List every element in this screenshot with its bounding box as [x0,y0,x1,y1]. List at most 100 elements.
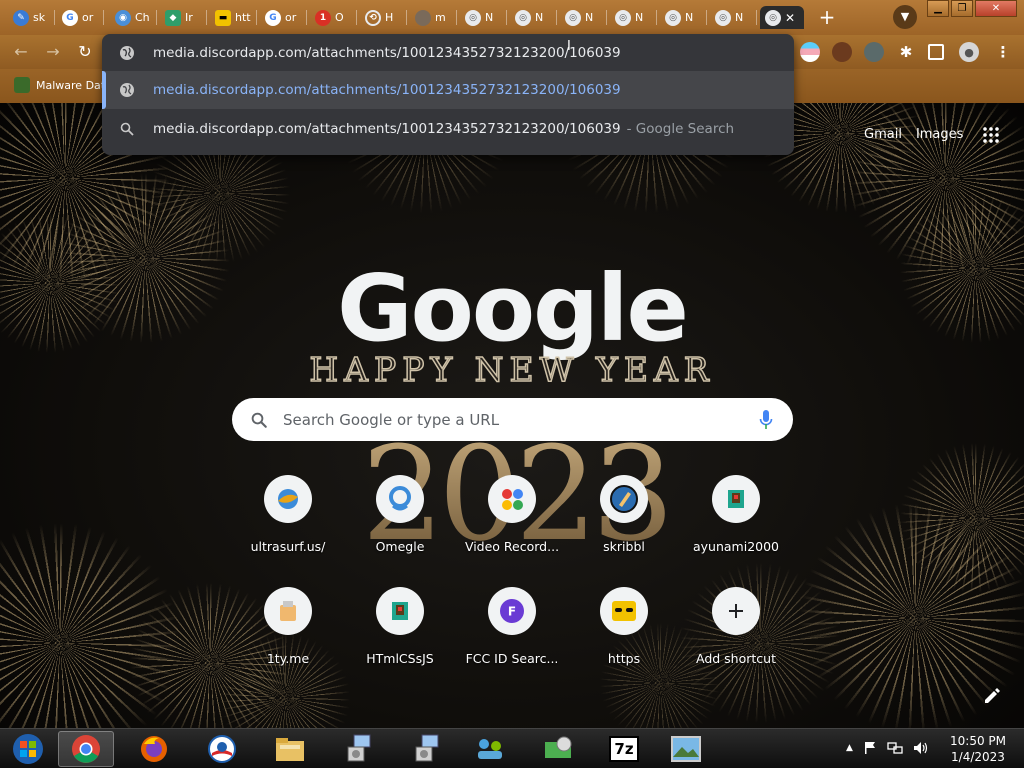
chat-icon: ◉ [115,9,131,26]
taskbar-disk[interactable] [530,731,586,767]
menu-kebab-icon[interactable]: ⋮ [993,42,1013,62]
tab[interactable]: ✎ sk [8,6,55,29]
side-panel-icon[interactable] [928,44,944,60]
omnibox-input-row[interactable]: media.discordapp.com/attachments/1001234… [102,34,794,72]
restore-button[interactable]: ❐ [951,0,973,17]
search-icon [119,121,135,137]
tab[interactable]: ⟲ H [360,6,407,29]
volume-icon[interactable] [913,741,929,755]
images-link[interactable]: Images [916,127,964,142]
taskbar-explorer[interactable] [262,731,318,767]
chevron-down-icon: ▼ [900,10,910,23]
profile-avatar-icon[interactable]: ● [959,42,979,62]
tab[interactable]: ◎ N [510,6,557,29]
shortcut[interactable]: https [568,587,680,666]
disk-icon [545,736,572,758]
tab[interactable]: G or [57,6,104,29]
skribbl-icon [610,485,638,513]
omnibox-input[interactable]: media.discordapp.com/attachments/1001234… [153,45,621,61]
fcc-icon: F [500,599,524,623]
avatar-icon [415,9,431,26]
search-input[interactable] [283,410,723,429]
taskbar: 7z ▲ 10:50 PM 1/4/2023 [0,728,1024,768]
tab[interactable]: ◎ N [660,6,707,29]
search-box[interactable] [232,398,793,441]
ultrasurf-icon [278,489,298,509]
tab-search-button[interactable]: ▼ [893,5,917,29]
taskbar-chrome[interactable] [58,731,114,767]
firefox-icon [141,736,167,762]
microphone-icon[interactable] [759,410,773,430]
tab[interactable]: ◉ Ch [110,6,157,29]
omnibox-popup: media.discordapp.com/attachments/1001234… [102,34,794,155]
shortcut[interactable]: Video Record... [456,475,568,554]
tab[interactable]: G or [260,6,307,29]
tab[interactable]: ◎ N [710,6,757,29]
network-tray-icon[interactable] [887,741,903,755]
taskbar-picture[interactable] [658,731,714,767]
shortcut[interactable]: skribbl [568,475,680,554]
shortcut[interactable]: 1ty.me [232,587,344,666]
gmail-link[interactable]: Gmail [864,127,902,142]
taskbar-7zip[interactable]: 7z [596,731,652,767]
shortcut[interactable]: ayunami2000 [680,475,792,554]
picture-icon [671,736,701,762]
back-button[interactable]: ← [9,40,33,64]
start-button[interactable] [0,731,56,767]
suggestion-text: media.discordapp.com/attachments/1001234… [153,82,621,98]
notification-icon: 1 [315,9,331,26]
chromium-icon: ◎ [665,9,681,26]
extension-flag-icon[interactable] [800,42,820,62]
taskbar-obama[interactable] [194,731,250,767]
chromium-icon: ◎ [515,9,531,26]
tab-active[interactable]: ◎ ✕ [760,6,804,29]
close-window-button[interactable]: ✕ [975,0,1017,17]
extension-tool-icon[interactable] [864,42,884,62]
clock-date: 1/4/2023 [951,750,1005,764]
doodle-text: HAPPY NEW YEAR [309,349,715,390]
reload-button[interactable]: ↻ [73,40,97,64]
video-record-icon [502,489,523,510]
tab[interactable]: ◎ N [460,6,507,29]
google-icon: G [265,9,281,26]
chromium-icon: ◎ [765,9,781,26]
chromium-icon: ◎ [565,9,581,26]
add-shortcut-button[interactable]: Add shortcut [680,587,792,666]
shortcut[interactable]: F FCC ID Searc... [456,587,568,666]
1ty-icon [280,601,296,621]
bookmark-item[interactable]: Malware Dat [14,77,105,93]
extensions-puzzle-icon[interactable]: ✱ [896,42,916,62]
tab[interactable]: ◎ N [610,6,657,29]
omnibox-suggestion[interactable]: media.discordapp.com/attachments/1001234… [102,71,794,109]
windows-orb-icon [13,734,43,764]
tab[interactable]: ◆ Ir [160,6,207,29]
minimize-button[interactable]: ▁ [927,0,949,17]
tray-overflow-icon[interactable]: ▲ [846,743,853,753]
tab[interactable]: ◎ N [560,6,607,29]
tab[interactable]: 1 O [310,6,357,29]
customize-pencil-icon[interactable] [983,687,1001,705]
network-icon [478,739,502,759]
apps-grid-icon[interactable] [982,126,1000,144]
pen-icon: ✎ [13,9,29,26]
tab[interactable]: m [410,6,457,29]
omnibox-suggestion[interactable]: media.discordapp.com/attachments/1001234… [102,110,794,148]
shortcut[interactable]: ultrasurf.us/ [232,475,344,554]
taskbar-firefox[interactable] [126,731,182,767]
shortcut[interactable]: Omegle [344,475,456,554]
extension-avatar-icon[interactable] [832,42,852,62]
taskbar-installer[interactable] [330,731,386,767]
arrow-right-icon: → [46,42,60,61]
taskbar-installer[interactable] [398,731,454,767]
taskbar-network[interactable] [462,731,518,767]
shortcut[interactable]: HTmlCSsJS [344,587,456,666]
clock[interactable]: 10:50 PM 1/4/2023 [944,733,1012,765]
close-tab-icon[interactable]: ✕ [785,11,795,25]
forward-button[interactable]: → [41,40,65,64]
suggestion-suffix: - Google Search [626,121,735,137]
action-center-flag-icon[interactable] [863,741,877,755]
obama-logo-icon [208,735,236,763]
new-tab-button[interactable]: + [815,6,839,28]
ntp-top-links: Gmail Images [864,127,963,142]
tab[interactable]: ▬ htt [210,6,257,29]
